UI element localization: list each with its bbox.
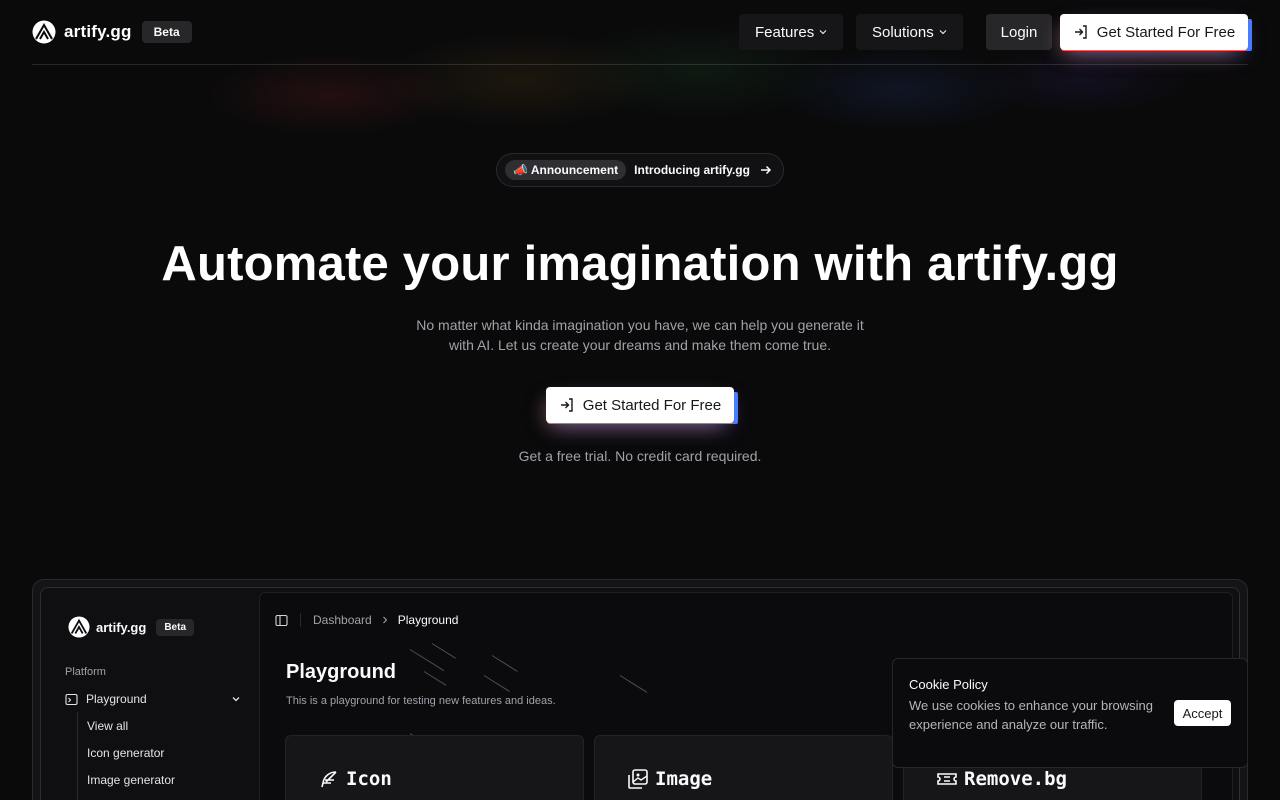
decorative-streak: [423, 671, 447, 686]
cookie-text: We use cookies to enhance your browsing …: [909, 698, 1154, 732]
cookie-title: Cookie Policy: [909, 677, 988, 692]
preview-nav-playground: Playground: [65, 692, 241, 706]
preview-nav-view-all: View all: [87, 719, 129, 733]
announcement-tag: 📣 Announcement: [505, 160, 627, 180]
preview-page-description: This is a playground for testing new fea…: [286, 695, 556, 707]
brand-logo[interactable]: artify.gg Beta: [32, 20, 192, 44]
preview-section-label: Platform: [65, 666, 106, 678]
header-cta-label: Get Started For Free: [1096, 23, 1236, 41]
nav-features[interactable]: Features: [739, 14, 844, 50]
nav-features-label: Features: [755, 23, 815, 41]
preview-page-title: Playground: [286, 661, 397, 683]
chevron-down-icon: [819, 30, 827, 35]
card-icon-text: Icon: [346, 768, 392, 790]
preview-nav-subline: [77, 712, 78, 800]
cookie-banner: Cookie Policy We use cookies to enhance …: [892, 658, 1248, 768]
free-trial-note: Get a free trial. No credit card require…: [518, 448, 762, 464]
card-image-label: Image: [627, 768, 712, 790]
preview-breadcrumb: Dashboard Playground: [275, 613, 458, 627]
breadcrumb-playground: Playground: [397, 613, 459, 627]
log-in-icon: [1074, 25, 1087, 39]
feather-icon: [321, 771, 337, 788]
card-remove-bg-label: Remove.bg: [936, 768, 1067, 790]
nav-solutions-label: Solutions: [872, 23, 934, 41]
arrow-right-icon: [760, 165, 772, 175]
preview-brand-name: artify.gg: [96, 619, 147, 635]
preview-brand: artify.gg Beta: [68, 616, 195, 638]
beta-badge: Beta: [141, 21, 192, 43]
preview-nav-icon-generator: Icon generator: [87, 746, 165, 760]
site-header: artify.gg Beta Features Solutions Login …: [0, 0, 1280, 64]
card-icon-label: Icon: [318, 768, 392, 790]
cookie-accept-button[interactable]: Accept: [1174, 700, 1231, 726]
hero-subtitle: No matter what kinda imagination you hav…: [416, 317, 864, 353]
announcement-text: Introducing artify.gg: [634, 163, 750, 177]
login-button[interactable]: Login: [986, 14, 1052, 50]
nav-solutions[interactable]: Solutions: [856, 14, 963, 50]
images-icon: [628, 769, 648, 789]
hero-title: Automate your imagination with artify.gg: [161, 237, 1119, 291]
chevron-down-icon: [939, 30, 947, 35]
decorative-streak: [483, 675, 510, 692]
chevron-down-icon: [232, 697, 240, 702]
preview-nav-playground-label: Playground: [86, 692, 147, 706]
artify-logo-icon: [68, 616, 90, 638]
sidebar-toggle-icon: [275, 614, 288, 626]
hero-get-started-button[interactable]: Get Started For Free: [546, 387, 734, 423]
chevron-right-icon: [382, 616, 387, 624]
header-get-started-button[interactable]: Get Started For Free: [1060, 14, 1248, 50]
breadcrumb-dashboard: Dashboard: [313, 613, 372, 627]
decorative-streak: [491, 655, 518, 672]
terminal-icon: [65, 693, 78, 705]
preview-beta-badge: Beta: [156, 618, 195, 636]
preview-card-icon: Icon: [285, 735, 584, 800]
decorative-streak: [619, 675, 648, 693]
log-in-icon: [560, 398, 573, 412]
header-divider: [32, 64, 1248, 65]
preview-card-image: Image: [594, 735, 893, 800]
ticket-icon: [937, 773, 957, 785]
announcement-pill[interactable]: 📣 Announcement Introducing artify.gg: [496, 153, 784, 187]
breadcrumb-divider: [300, 613, 301, 627]
brand-name: artify.gg: [64, 22, 132, 41]
card-remove-bg-text: Remove.bg: [964, 768, 1067, 790]
decorative-streak: [431, 643, 457, 659]
preview-nav-image-generator: Image generator: [87, 773, 176, 787]
decorative-streak: [409, 649, 445, 672]
card-image-text: Image: [655, 768, 713, 790]
hero-cta-label: Get Started For Free: [582, 396, 722, 414]
artify-logo-icon: [32, 20, 56, 44]
